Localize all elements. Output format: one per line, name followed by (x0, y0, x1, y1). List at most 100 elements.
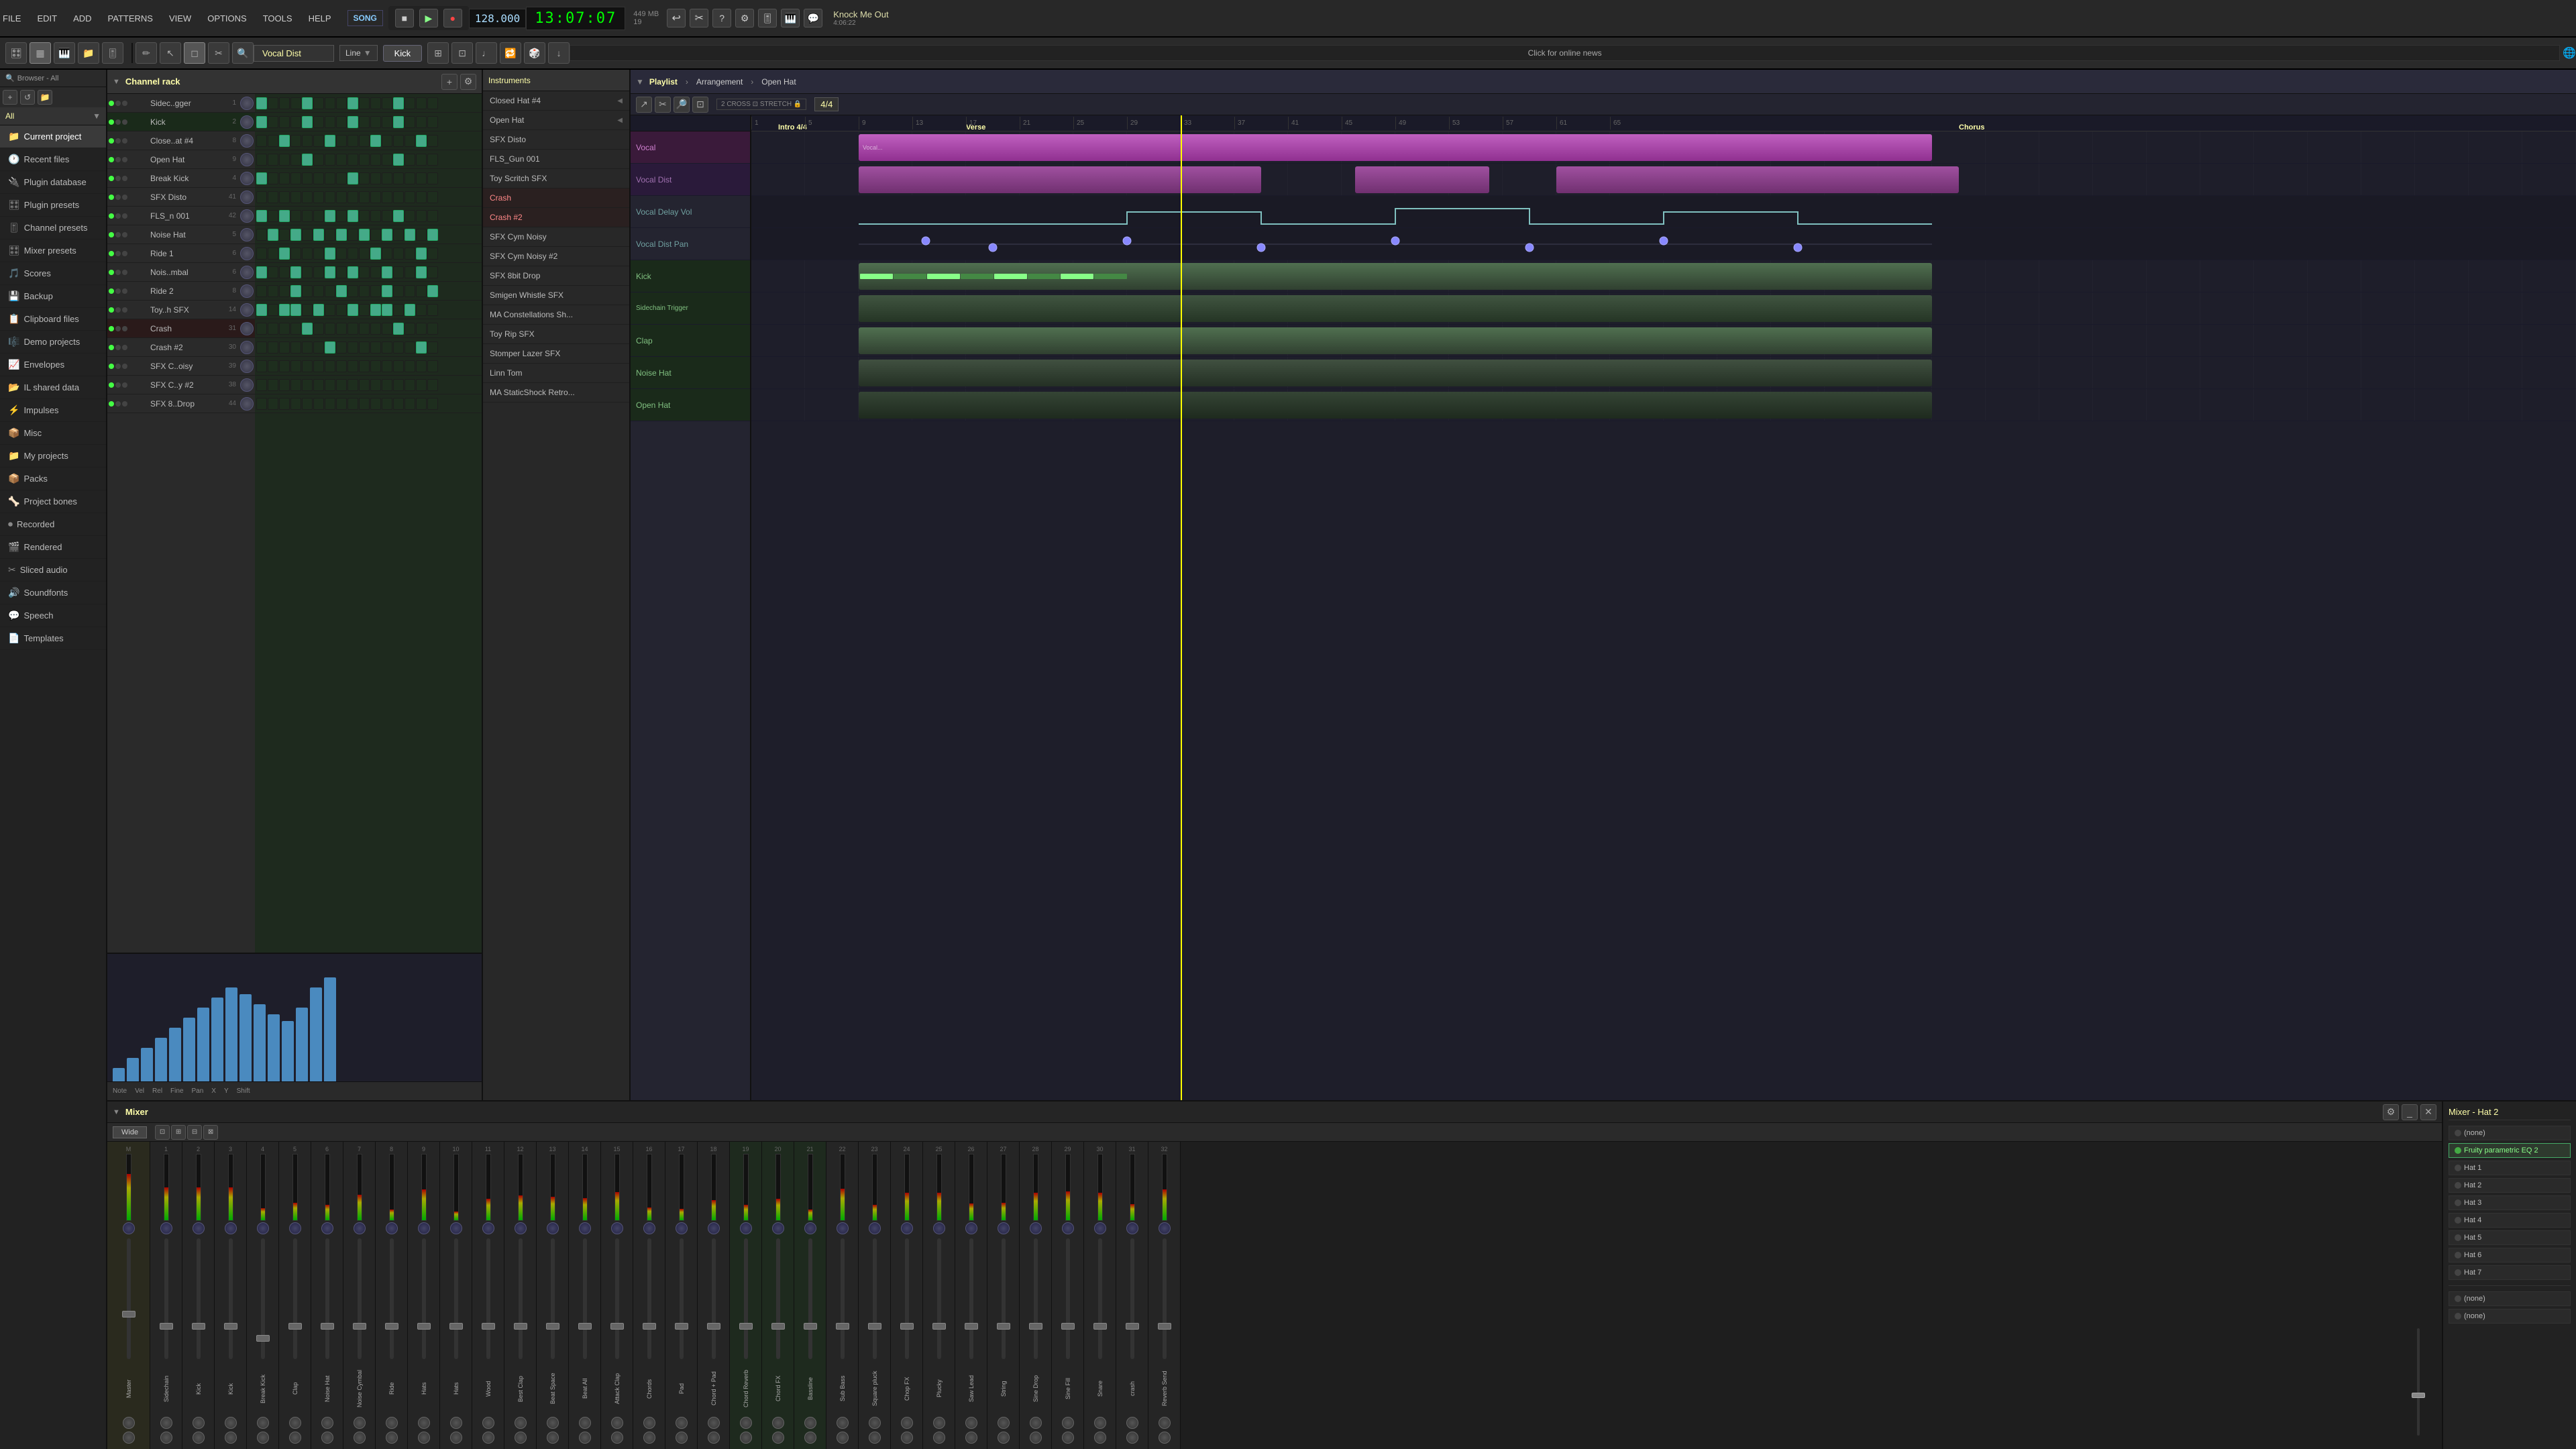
beat-step[interactable] (416, 229, 427, 241)
channel-led[interactable] (109, 326, 114, 331)
beat-step[interactable] (313, 248, 324, 260)
fx-slot-hat7[interactable]: Hat 7 (2449, 1265, 2571, 1280)
beat-step[interactable] (325, 135, 335, 147)
beat-step[interactable] (279, 341, 290, 354)
menu-tools[interactable]: TOOLS (260, 12, 295, 25)
beat-step[interactable] (313, 191, 324, 203)
mixer-channel[interactable]: 5Clap (279, 1142, 311, 1449)
browser-toggle[interactable]: 📁 (78, 42, 99, 64)
beat-step[interactable] (302, 323, 313, 335)
beat-step[interactable] (325, 304, 335, 316)
mixer-pan-knob[interactable] (547, 1222, 559, 1234)
mixer-fader-handle[interactable] (1126, 1323, 1139, 1330)
beat-step[interactable] (336, 154, 347, 166)
beat-step[interactable] (256, 398, 267, 410)
track-label-vocal[interactable]: Vocal (631, 131, 750, 164)
channel-led[interactable] (115, 119, 121, 125)
channel-led[interactable] (122, 382, 127, 388)
beat-step[interactable] (370, 172, 381, 184)
beat-step[interactable] (347, 248, 358, 260)
mixer-send-knob-1[interactable] (193, 1417, 205, 1429)
mixer-channel[interactable]: 12Best Clap (504, 1142, 537, 1449)
instrument-list-item[interactable]: FLS_Gun 001 (483, 150, 629, 169)
channel-volume-knob[interactable] (240, 134, 254, 148)
beat-step[interactable] (279, 360, 290, 372)
mixer-send-knob-2[interactable] (965, 1432, 977, 1444)
mixer-button[interactable]: 🎚 (758, 9, 777, 28)
wide-button[interactable]: Wide (113, 1126, 147, 1138)
mixer-fader-handle[interactable] (321, 1323, 334, 1330)
channel-led[interactable] (115, 382, 121, 388)
track-label-kick[interactable]: Kick (631, 260, 750, 292)
beat-step[interactable] (325, 229, 335, 241)
sidebar-item-recent-files[interactable]: 🕐 Recent files (0, 148, 106, 171)
channel-volume-knob[interactable] (240, 209, 254, 223)
beat-step[interactable] (325, 97, 335, 109)
beat-step[interactable] (268, 341, 278, 354)
beat-step[interactable] (427, 304, 438, 316)
channel-led[interactable] (122, 213, 127, 219)
channel-volume-knob[interactable] (240, 228, 254, 241)
beat-step[interactable] (290, 229, 301, 241)
loop-button[interactable]: 🔁 (500, 42, 521, 64)
random-button[interactable]: 🎲 (524, 42, 545, 64)
beat-step[interactable] (382, 379, 392, 391)
mixer-channel[interactable]: 8Ride (376, 1142, 408, 1449)
kick-label[interactable]: Kick (383, 45, 423, 62)
mixer-channel[interactable]: 31crash (1116, 1142, 1148, 1449)
beat-step[interactable] (325, 191, 335, 203)
beat-step[interactable] (256, 210, 267, 222)
beat-step[interactable] (405, 116, 415, 128)
mixer-send-knob-2[interactable] (225, 1432, 237, 1444)
mixer-send-knob-2[interactable] (354, 1432, 366, 1444)
draw-tool[interactable]: ✏ (136, 42, 157, 64)
beat-step[interactable] (336, 360, 347, 372)
sidebar-item-recorded[interactable]: ⏺ Recorded (0, 513, 106, 536)
beat-step[interactable] (382, 266, 392, 278)
mixer-pan-knob[interactable] (804, 1222, 816, 1234)
beat-step[interactable] (370, 379, 381, 391)
beat-step[interactable] (256, 172, 267, 184)
beat-step[interactable] (313, 210, 324, 222)
mixer-fader-handle[interactable] (514, 1323, 527, 1330)
instrument-list-item[interactable]: Toy Scritch SFX (483, 169, 629, 189)
channel-row[interactable]: Nois..mbal6 (107, 263, 255, 282)
beat-step[interactable] (370, 285, 381, 297)
beat-step[interactable] (256, 135, 267, 147)
beat-step[interactable] (256, 285, 267, 297)
beat-step[interactable] (302, 154, 313, 166)
mixer-send-knob-2[interactable] (998, 1432, 1010, 1444)
channel-led[interactable] (122, 345, 127, 350)
mixer-channel[interactable]: 1Sidechain (150, 1142, 182, 1449)
track-label-vocal-dist[interactable]: Vocal Dist (631, 164, 750, 196)
beat-step[interactable] (393, 341, 404, 354)
mixer-tool2[interactable]: ⊞ (171, 1125, 186, 1140)
beat-step[interactable] (336, 191, 347, 203)
beat-step[interactable] (290, 323, 301, 335)
channel-row[interactable]: Open Hat9 (107, 150, 255, 169)
channel-led[interactable] (115, 326, 121, 331)
send-slot-2[interactable]: (none) (2449, 1309, 2571, 1324)
channel-volume-knob[interactable] (240, 191, 254, 204)
mixer-pan-knob[interactable] (611, 1222, 623, 1234)
mixer-send-knob-2[interactable] (1159, 1432, 1171, 1444)
channel-row[interactable]: Crash31 (107, 319, 255, 338)
channel-led[interactable] (122, 251, 127, 256)
mixer-send-knob-2[interactable] (547, 1432, 559, 1444)
beat-step[interactable] (313, 116, 324, 128)
mixer-send-knob-2[interactable] (708, 1432, 720, 1444)
beat-step[interactable] (405, 285, 415, 297)
beat-step[interactable] (427, 323, 438, 335)
stop-button[interactable]: ■ (395, 9, 414, 28)
sidebar-refresh-button[interactable]: ↺ (20, 90, 35, 105)
time-signature[interactable]: 4/4 (814, 97, 839, 111)
sidebar-item-misc[interactable]: 📦 Misc (0, 422, 106, 445)
track-label-open-hat[interactable]: Open Hat (631, 389, 750, 421)
mixer-pan-knob[interactable] (965, 1222, 977, 1234)
channel-led[interactable] (109, 307, 114, 313)
beat-step[interactable] (325, 172, 335, 184)
mixer-fader-handle[interactable] (804, 1323, 817, 1330)
mixer-channel[interactable]: 2Kick (182, 1142, 215, 1449)
beat-step[interactable] (393, 97, 404, 109)
mixer-collapse-icon[interactable]: ▼ (113, 1108, 120, 1116)
